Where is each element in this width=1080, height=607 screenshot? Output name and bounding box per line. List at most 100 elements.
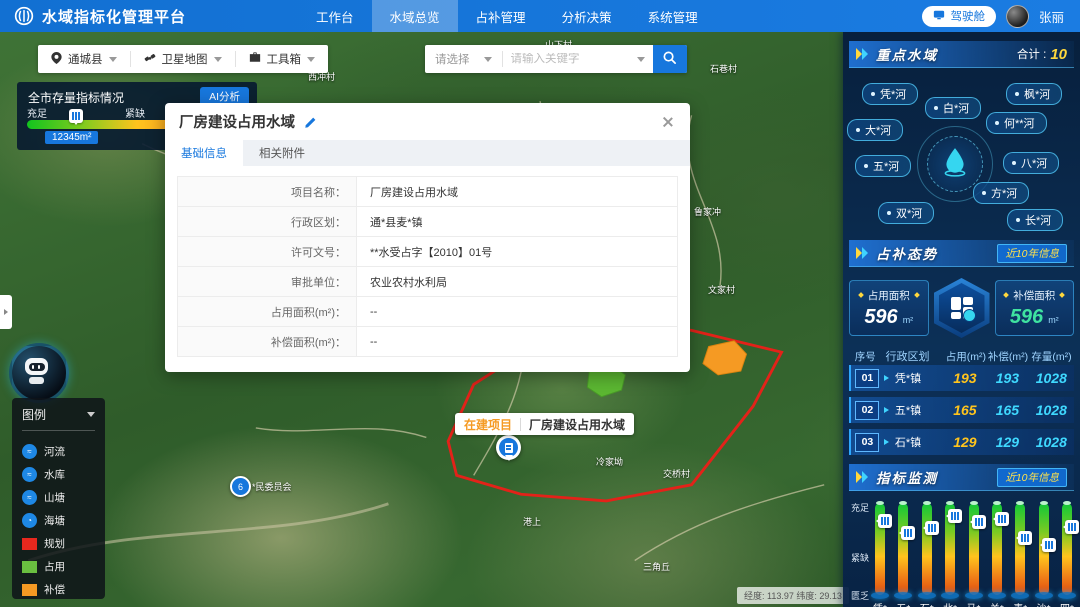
table-row[interactable]: 01 凭*镇 193 193 1028 xyxy=(849,365,1074,391)
village-label: 冷家坳 xyxy=(596,455,623,468)
modal-tab-bar: 基础信息 相关附件 xyxy=(165,140,690,166)
committee-label: *民委员会 xyxy=(252,480,292,493)
stock-slider-handle[interactable] xyxy=(69,109,83,123)
river-pill[interactable]: 何**河 xyxy=(986,112,1047,134)
app-title: 水域指标化管理平台 xyxy=(42,6,186,27)
user-name: 张丽 xyxy=(1039,7,1064,26)
river-pill[interactable]: 长*河 xyxy=(1007,209,1063,231)
gauge-bar: 四* xyxy=(1062,503,1072,595)
legend-item-occupied[interactable]: 占用 xyxy=(22,555,95,578)
river-pill[interactable]: 白*河 xyxy=(925,97,981,119)
chevron-down-icon xyxy=(214,57,222,66)
ten-year-badge[interactable]: 近10年信息 xyxy=(997,468,1067,487)
legend-item-river[interactable]: ≈ 河流 xyxy=(22,440,95,463)
indicator-monitor-chart: 充足 紧缺 匮乏 凭* 五* 石* 北* 马* 关* 麦* 沙* 四* xyxy=(851,501,1076,607)
project-status-tag: 在建项目 xyxy=(464,416,512,433)
nav-item-water-overview[interactable]: 水域总览 xyxy=(372,0,458,32)
search-icon xyxy=(662,50,677,68)
legend-item-pond[interactable]: ≈ 山塘 xyxy=(22,486,95,509)
village-label: 文家村 xyxy=(708,283,735,296)
occupied-area-value: 596 xyxy=(864,306,897,329)
legend-item-compensated[interactable]: 补偿 xyxy=(22,578,95,601)
modal-header: 厂房建设占用水域 xyxy=(165,103,690,140)
project-callout[interactable]: 在建项目 厂房建设占用水域 xyxy=(455,413,634,435)
compensated-polygon xyxy=(703,341,747,375)
tab-attachments[interactable]: 相关附件 xyxy=(243,140,321,166)
search-type-select[interactable]: 请选择 xyxy=(425,51,502,67)
river-pill[interactable]: 凭*河 xyxy=(862,83,918,105)
river-pill[interactable]: 大*河 xyxy=(847,119,903,141)
panel-collapse-handle[interactable] xyxy=(0,295,12,329)
table-row[interactable]: 03 石*镇 129 129 1028 xyxy=(849,429,1074,455)
river-pill[interactable]: 方*河 xyxy=(973,182,1029,204)
legend-item-seawall[interactable]: ◔ 海塘 xyxy=(22,509,95,532)
scale-label-tight: 紧缺 xyxy=(125,105,145,120)
section-header-key-waters: 重点水域 合计 : 10 xyxy=(849,41,1074,68)
reservoir-icon: ≈ xyxy=(22,467,37,482)
row-arrow-icon xyxy=(884,439,892,445)
basemap-dropdown[interactable]: 卫星地图 xyxy=(131,45,235,73)
field-row-project-name: 项目名称：厂房建设占用水域 xyxy=(177,176,678,207)
level-marker xyxy=(901,526,915,540)
level-marker xyxy=(878,514,892,528)
cockpit-button[interactable]: 驾驶舱 xyxy=(922,6,996,27)
compensated-area-value: 596 xyxy=(1010,306,1043,329)
field-row-occupied-area: 占用面积(m²)：-- xyxy=(177,297,678,327)
toolbox-dropdown[interactable]: 工具箱 xyxy=(236,45,329,73)
robot-icon xyxy=(25,358,48,375)
river-pill[interactable]: 双*河 xyxy=(878,202,934,224)
water-drop-icon xyxy=(942,147,968,182)
river-pill[interactable]: 枫*河 xyxy=(1006,83,1062,105)
user-avatar[interactable] xyxy=(1006,5,1029,28)
scale-label-sufficient: 充足 xyxy=(27,105,47,120)
ai-assistant-avatar[interactable] xyxy=(9,343,69,403)
coordinates-readout: 经度: 113.97 纬度: 29.13 xyxy=(737,587,849,604)
cluster-marker[interactable]: 6 xyxy=(230,476,251,497)
legend-item-reservoir[interactable]: ≈ 水库 xyxy=(22,463,95,486)
village-label: 石巷村 xyxy=(710,62,737,75)
project-detail-modal: 厂房建设占用水域 基础信息 相关附件 项目名称：厂房建设占用水域 行政区划：通*… xyxy=(165,103,690,372)
cockpit-icon xyxy=(933,9,945,24)
legend-item-planning[interactable]: 规划 xyxy=(22,532,95,555)
nav-item-balance-mgmt[interactable]: 占补管理 xyxy=(458,0,544,32)
planning-swatch xyxy=(22,538,37,550)
nav-item-analysis[interactable]: 分析决策 xyxy=(544,0,630,32)
satellite-icon xyxy=(144,52,156,67)
region-dropdown[interactable]: 通城县 xyxy=(38,45,130,73)
search-button[interactable] xyxy=(653,45,687,73)
tab-basic-info[interactable]: 基础信息 xyxy=(165,140,243,166)
river-pill[interactable]: 八*河 xyxy=(1003,152,1059,174)
divider xyxy=(520,418,521,431)
ten-year-badge[interactable]: 近10年信息 xyxy=(997,244,1067,263)
field-row-permit-no: 许可文号：**水受占字【2010】01号 xyxy=(177,237,678,267)
search-input[interactable] xyxy=(503,53,637,65)
balance-hex-icon xyxy=(932,277,992,339)
legend-header[interactable]: 图例 xyxy=(22,406,95,423)
gauge-bar: 石* xyxy=(922,503,932,595)
compensated-swatch xyxy=(22,584,37,596)
close-icon[interactable] xyxy=(660,114,676,130)
main-nav: 工作台 水域总览 占补管理 分析决策 系统管理 xyxy=(298,0,716,32)
section-header-monitor: 指标监测 近10年信息 xyxy=(849,464,1074,491)
dashboard-sidebar: 重点水域 合计 : 10 凭*河 白*河 枫*河 大*河 何**河 五*河 八*… xyxy=(843,32,1080,607)
level-marker xyxy=(972,515,986,529)
table-row[interactable]: 02 五*镇 165 165 1028 xyxy=(849,397,1074,423)
gauge-bar: 凭* xyxy=(875,503,885,595)
river-pill[interactable]: 五*河 xyxy=(855,155,911,177)
balance-stats: 占用面积 596m² 补偿面积 596m² xyxy=(849,277,1074,339)
section-arrow-icon xyxy=(856,247,870,259)
edit-pencil-icon[interactable] xyxy=(304,115,318,129)
level-marker xyxy=(1042,538,1056,552)
modal-title: 厂房建设占用水域 xyxy=(179,111,295,132)
project-marker[interactable] xyxy=(496,435,521,460)
level-marker xyxy=(925,521,939,535)
search-bar: 请选择 xyxy=(425,45,687,73)
key-waters-total: 10 xyxy=(1050,46,1067,63)
app-logo-icon xyxy=(14,6,34,26)
gauge-bar: 北* xyxy=(945,503,955,595)
gauge-bar: 马* xyxy=(969,503,979,595)
chevron-down-icon[interactable] xyxy=(637,57,645,66)
nav-item-system-mgmt[interactable]: 系统管理 xyxy=(630,0,716,32)
top-navigation-bar: 水域指标化管理平台 工作台 水域总览 占补管理 分析决策 系统管理 驾驶舱 张丽 xyxy=(0,0,1080,32)
nav-item-workbench[interactable]: 工作台 xyxy=(298,0,372,32)
